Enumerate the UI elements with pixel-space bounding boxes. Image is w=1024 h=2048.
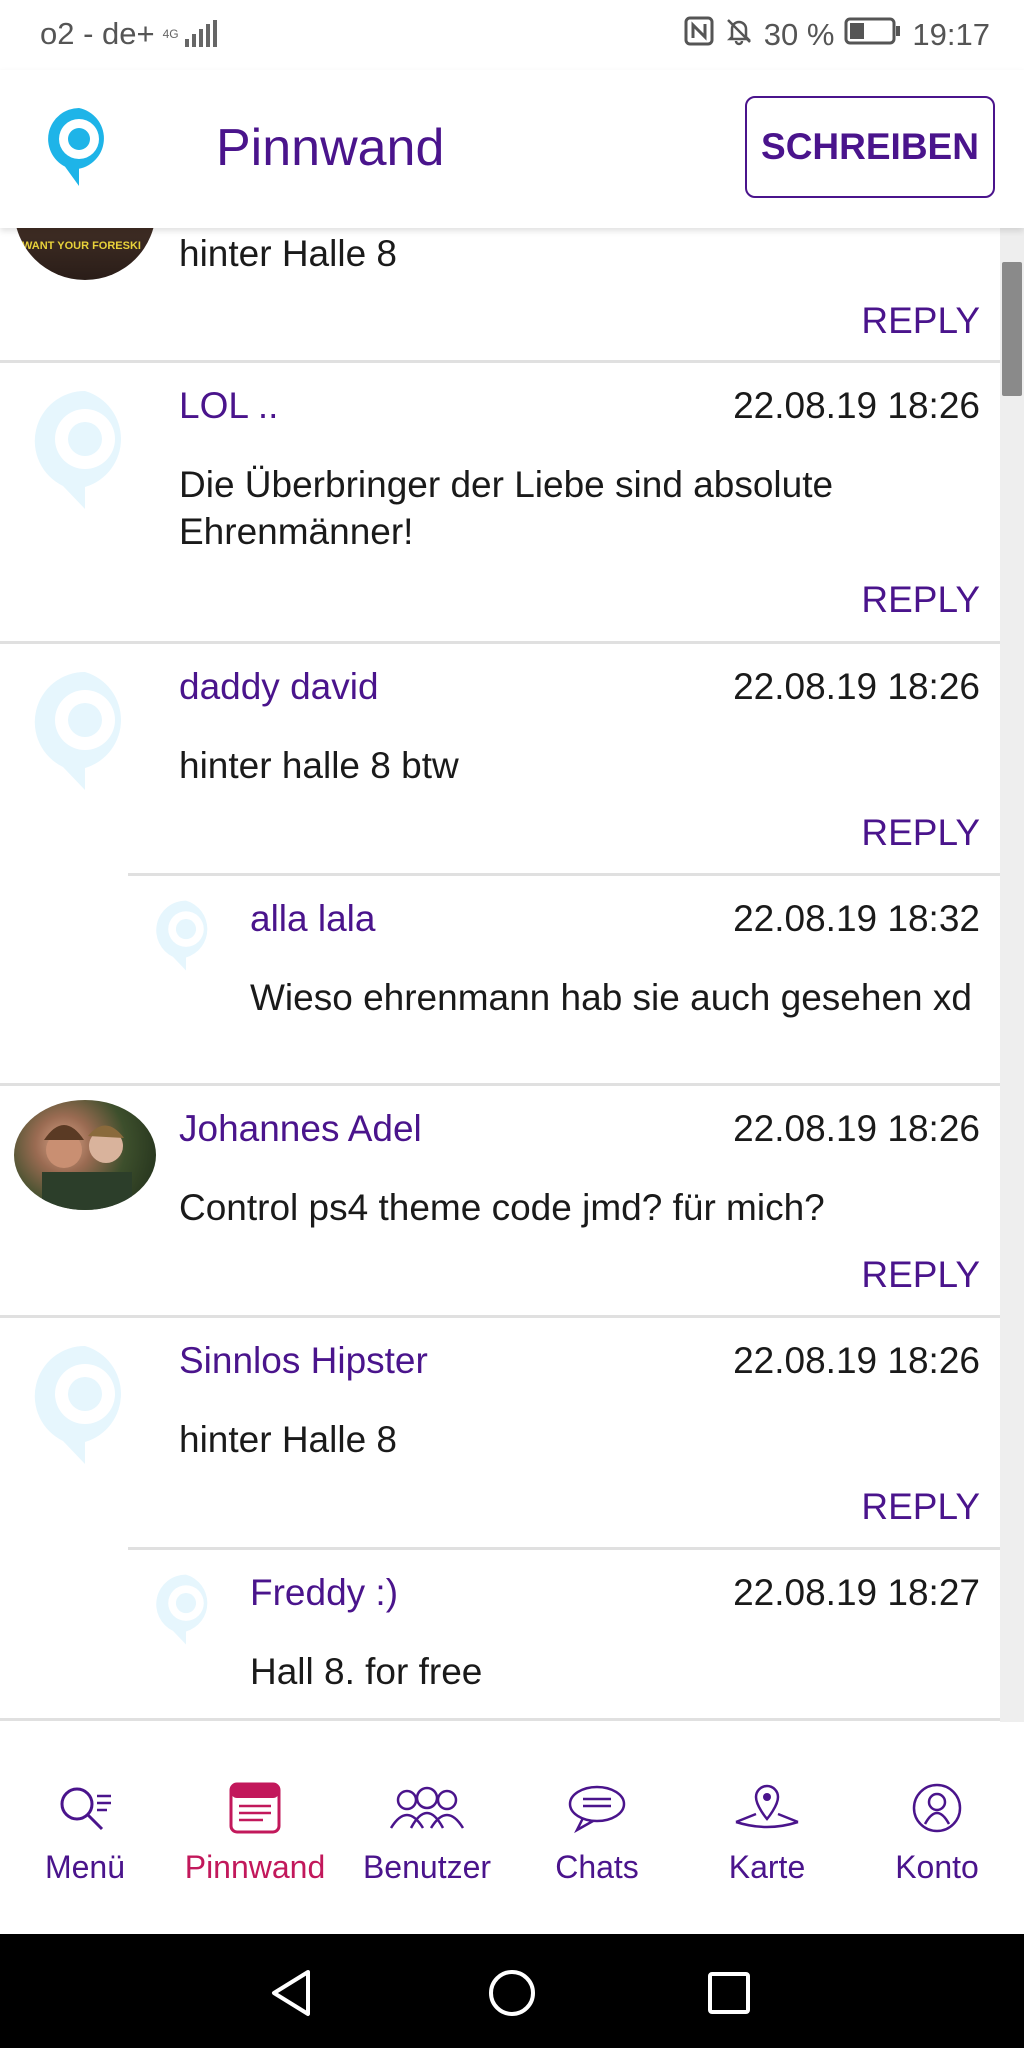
nav-chats[interactable]: Chats — [512, 1782, 682, 1886]
reply-button[interactable]: REPLY — [861, 579, 980, 621]
network-type: 4G — [162, 27, 179, 41]
nav-pinnwand[interactable]: Pinnwand — [170, 1782, 340, 1886]
avatar-image-text: WANT YOUR FORESKI — [22, 240, 141, 252]
post-text: Control ps4 theme code jmd? für mich? — [179, 1187, 825, 1228]
nav-konto[interactable]: Konto — [852, 1782, 1022, 1886]
app-header: Pinnwand SCHREIBEN — [0, 70, 1024, 228]
nfc-icon — [684, 16, 714, 54]
post-feed[interactable]: WANT YOUR FORESKI hinter Halle 8 REPLY L… — [0, 228, 1000, 1722]
post-timestamp: 22.08.19 18:26 — [733, 666, 980, 707]
recents-icon[interactable] — [706, 1970, 752, 2021]
scrollbar-track[interactable] — [1000, 228, 1024, 1722]
account-icon — [909, 1783, 965, 1838]
post-author[interactable]: alla lala — [250, 898, 375, 940]
home-icon[interactable] — [487, 1968, 537, 2023]
nav-benutzer[interactable]: Benutzer — [342, 1782, 512, 1886]
post-timestamp: 22.08.19 18:32 — [733, 898, 980, 939]
post-item: daddy david 22.08.19 18:26 hinter halle … — [0, 644, 1000, 876]
post-timestamp: 22.08.19 18:27 — [733, 1572, 980, 1613]
reply-item: Freddy :) 22.08.19 18:27 Hall 8. for fre… — [0, 1550, 1000, 1722]
post-timestamp: 22.08.19 18:26 — [733, 1340, 980, 1381]
battery-percent: 30 % — [763, 17, 835, 52]
chat-bubble-icon — [565, 1785, 629, 1838]
nav-label: Karte — [728, 1849, 806, 1885]
post-text: hinter Halle 8 — [179, 233, 398, 274]
nav-label: Benutzer — [362, 1849, 492, 1885]
nav-menu[interactable]: Menü — [0, 1782, 170, 1886]
page-title: Pinnwand — [216, 119, 445, 177]
search-menu-icon — [55, 1787, 115, 1838]
post-text: hinter halle 8 btw — [179, 745, 459, 786]
nav-label: Menü — [44, 1849, 126, 1885]
post-author[interactable]: LOL .. — [179, 385, 278, 427]
post-author[interactable]: Freddy :) — [250, 1572, 398, 1614]
users-icon — [385, 1786, 469, 1838]
post-author[interactable]: Sinnlos Hipster — [179, 1340, 428, 1382]
reply-item: alla lala 22.08.19 18:32 Wieso ehrenmann… — [0, 876, 1000, 1086]
user-avatar[interactable] — [14, 1100, 156, 1210]
default-avatar-icon[interactable] — [150, 898, 222, 978]
scrollbar-thumb[interactable] — [1002, 262, 1022, 396]
app-logo-icon[interactable] — [44, 106, 114, 195]
post-text: hinter Halle 8 — [179, 1419, 398, 1460]
post-item: LOL .. 22.08.19 18:26 Die Überbringer de… — [0, 363, 1000, 644]
mute-bell-icon — [724, 16, 754, 54]
post-item: WANT YOUR FORESKI hinter Halle 8 REPLY — [0, 228, 1000, 363]
reply-button[interactable]: REPLY — [861, 812, 980, 854]
post-text: Wieso ehrenmann hab sie auch gesehen xd — [250, 977, 972, 1018]
default-avatar-icon[interactable] — [14, 668, 156, 810]
nav-label: Chats — [555, 1849, 639, 1885]
reply-button[interactable]: REPLY — [861, 1254, 980, 1296]
post-timestamp: 22.08.19 18:26 — [733, 385, 980, 426]
system-navigation-bar — [0, 1934, 1024, 2048]
default-avatar-icon[interactable] — [150, 1572, 222, 1652]
signal-icon — [184, 20, 217, 47]
post-author[interactable]: daddy david — [179, 666, 379, 708]
user-avatar[interactable]: WANT YOUR FORESKI — [14, 228, 156, 280]
board-icon — [225, 1782, 285, 1838]
divider — [0, 1718, 1000, 1721]
clock: 19:17 — [912, 17, 990, 52]
nav-label: Pinnwand — [184, 1849, 326, 1885]
battery-icon — [844, 16, 902, 54]
post-text: Die Überbringer der Liebe sind absolute … — [179, 464, 834, 552]
post-item: Sinnlos Hipster 22.08.19 18:26 hinter Ha… — [0, 1318, 1000, 1550]
reply-button[interactable]: REPLY — [861, 1486, 980, 1528]
nav-karte[interactable]: Karte — [682, 1782, 852, 1886]
map-pin-icon — [732, 1784, 802, 1838]
default-avatar-icon[interactable] — [14, 387, 156, 529]
post-item: Johannes Adel 22.08.19 18:26 Control ps4… — [0, 1086, 1000, 1318]
nav-label: Konto — [895, 1849, 979, 1885]
bottom-navigation: Menü Pinnwand Benutzer Chats Karte Konto — [0, 1722, 1024, 1934]
back-icon[interactable] — [268, 1968, 314, 2023]
write-button[interactable]: SCHREIBEN — [745, 96, 995, 198]
post-text: Hall 8. for free — [250, 1651, 483, 1692]
carrier-label: o2 - de+ — [40, 16, 155, 51]
post-timestamp: 22.08.19 18:26 — [733, 1108, 980, 1149]
status-bar: o2 - de+ 4G 30 % 19:17 — [0, 0, 1024, 70]
default-avatar-icon[interactable] — [14, 1342, 156, 1484]
post-author[interactable]: Johannes Adel — [179, 1108, 422, 1150]
reply-button[interactable]: REPLY — [861, 300, 980, 342]
